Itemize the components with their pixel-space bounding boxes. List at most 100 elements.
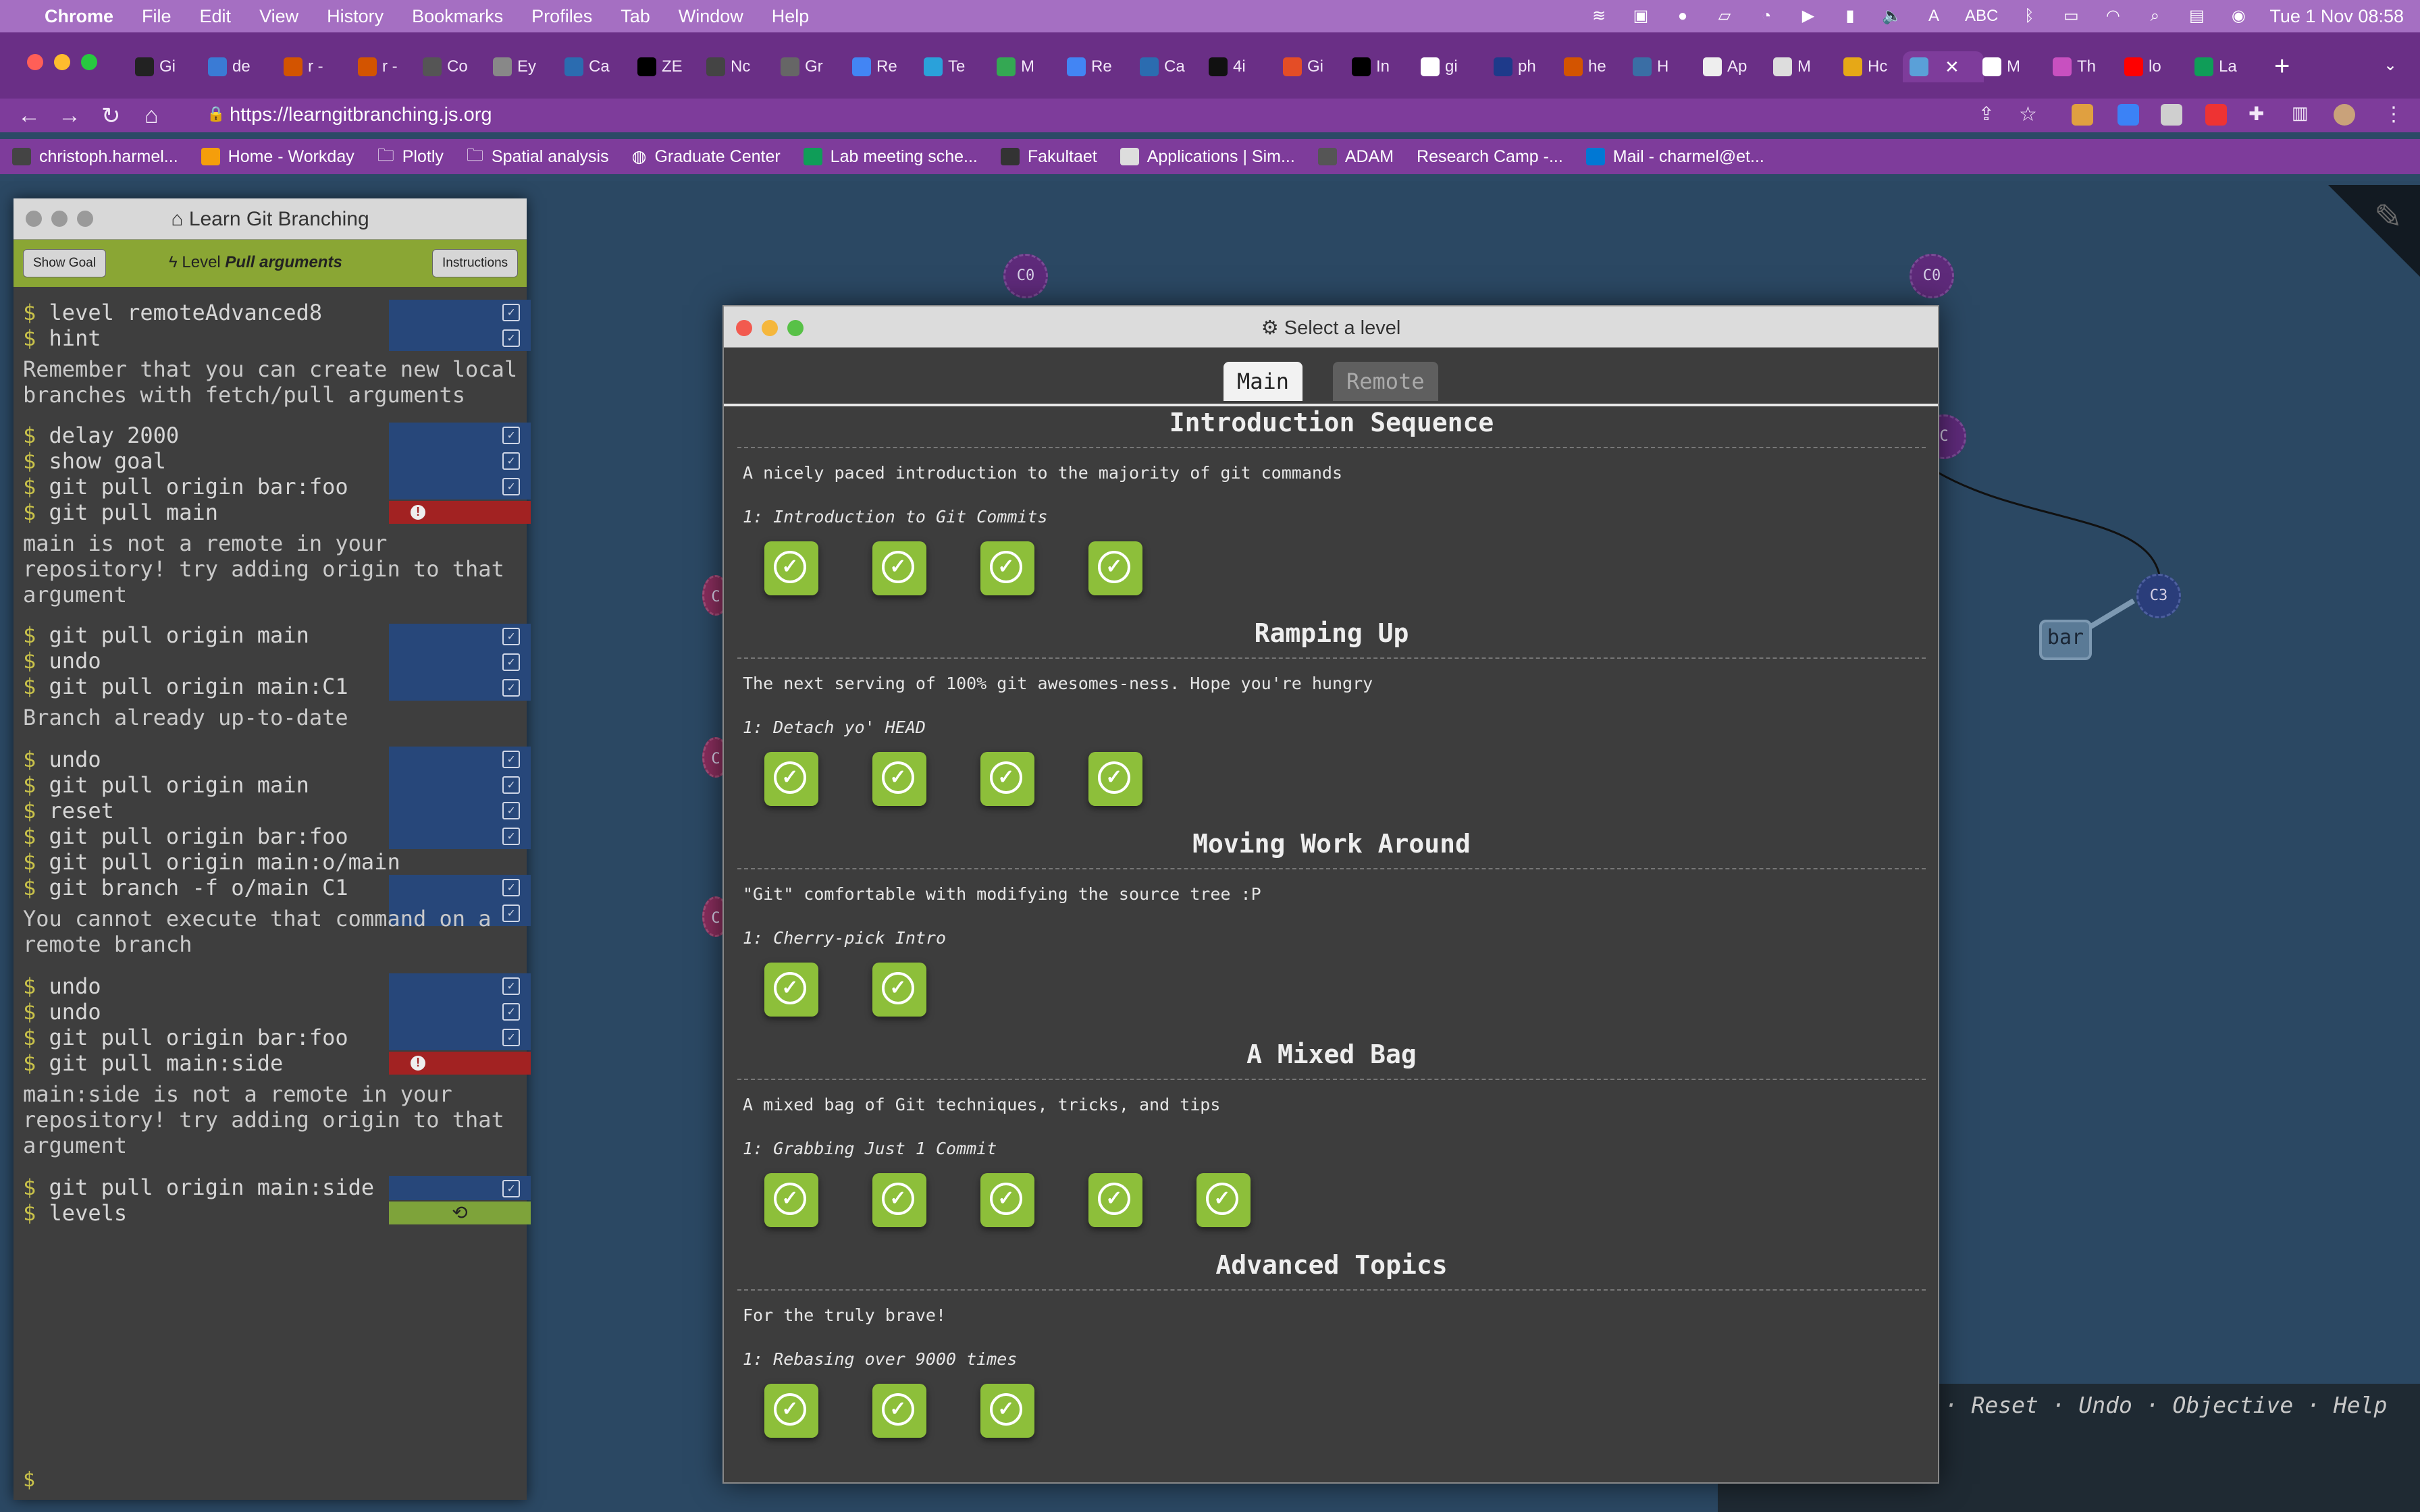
level-complete-button[interactable]: ✓ [1088,541,1142,595]
menu-history[interactable]: History [327,6,384,27]
browser-tab[interactable]: Co [423,51,468,82]
search-icon[interactable]: ⌕ [2144,7,2165,26]
profile-avatar[interactable] [2334,104,2355,126]
menu-datetime[interactable]: Tue 1 Nov 08:58 [2269,6,2404,27]
browser-tab[interactable]: Re [1067,51,1112,82]
browser-tab[interactable]: H [1633,51,1668,82]
browser-tab[interactable]: Ca [564,51,610,82]
extension-icon[interactable] [2205,104,2227,126]
browser-tab[interactable]: gi [1421,51,1458,82]
browser-tab[interactable]: Ey [493,51,536,82]
app-status-icon[interactable]: ▱ [1714,7,1735,26]
back-arrow-icon[interactable]: ← [18,103,41,129]
window-close-button[interactable] [27,54,43,70]
menu-window[interactable]: Window [679,6,743,27]
tab-search-chevron-icon[interactable]: ⌄ [2384,55,2397,75]
reload-icon[interactable]: ↻ [101,103,121,130]
app-status-icon[interactable]: ▮ [1839,7,1861,26]
bookmark-item[interactable]: ADAM [1317,147,1394,167]
bookmark-item[interactable]: Applications | Sim... [1120,147,1295,167]
bookmark-star-icon[interactable]: ☆ [2019,103,2037,126]
controls-links[interactable]: n · Reset · Undo · Objective · Help [1918,1392,2387,1418]
new-tab-plus-icon[interactable]: + [2274,51,2290,82]
bookmark-item[interactable]: Mail - charmel@et... [1585,147,1764,167]
browser-tab-active[interactable]: ✕ [1903,51,1984,82]
menu-bookmarks[interactable]: Bookmarks [412,6,503,27]
app-status-icon[interactable]: ◔ [1756,7,1777,26]
level-complete-button[interactable]: ✓ [1196,1173,1251,1227]
browser-tab[interactable]: 4i [1209,51,1246,82]
menu-app-chrome[interactable]: Chrome [45,6,113,27]
browser-tab[interactable]: Th [2053,51,2096,82]
browser-tab[interactable]: M [1982,51,2020,82]
browser-tab[interactable]: M [997,51,1034,82]
menu-edit[interactable]: Edit [200,6,232,27]
browser-tab[interactable]: r - [284,51,323,82]
address-bar[interactable]: https://learngitbranching.js.org [230,104,492,126]
bookmark-item[interactable]: Research Camp -... [1417,147,1563,167]
level-complete-button[interactable]: ✓ [980,1384,1034,1438]
menu-view[interactable]: View [259,6,298,27]
level-complete-button[interactable]: ✓ [872,752,926,806]
input-source-label[interactable]: ABC [1965,7,1998,26]
bookmark-folder[interactable]: 🗀 Plotly [377,142,444,171]
browser-tab[interactable]: Gi [135,51,176,82]
level-complete-button[interactable]: ✓ [764,541,818,595]
menu-file[interactable]: File [142,6,172,27]
extension-icon[interactable] [2072,104,2093,126]
browser-tab[interactable]: ph [1494,51,1536,82]
browser-tab[interactable]: Re [852,51,897,82]
play-icon[interactable]: ▶ [1797,7,1819,26]
level-complete-button[interactable]: ✓ [764,1173,818,1227]
browser-tab[interactable]: he [1564,51,1606,82]
bookmark-folder[interactable]: 🗀 Spatial analysis [467,142,609,171]
window-zoom-button[interactable] [81,54,97,70]
bookmark-item[interactable]: Fakultaet [1000,147,1097,167]
browser-tab[interactable]: lo [2124,51,2161,82]
browser-tab[interactable]: r - [358,51,398,82]
browser-tab[interactable]: Nc [706,51,750,82]
battery-icon[interactable]: ▭ [2060,7,2082,26]
level-complete-button[interactable]: ✓ [872,963,926,1017]
menu-help[interactable]: Help [772,6,810,27]
browser-tab[interactable]: de [208,51,251,82]
level-complete-button[interactable]: ✓ [980,752,1034,806]
forward-arrow-icon[interactable]: → [58,103,81,129]
browser-tab[interactable]: Hc [1843,51,1887,82]
level-complete-button[interactable]: ✓ [1088,752,1142,806]
level-complete-button[interactable]: ✓ [872,541,926,595]
level-complete-button[interactable]: ✓ [872,1173,926,1227]
app-status-icon[interactable]: ≋ [1588,7,1610,26]
volume-icon[interactable]: 🔈 [1881,7,1903,26]
fork-corner-icon[interactable]: ✎ [2374,197,2402,236]
home-icon[interactable]: ⌂ [144,103,159,129]
level-complete-button[interactable]: ✓ [764,963,818,1017]
input-source-icon[interactable]: A [1923,7,1945,26]
menu-tab[interactable]: Tab [621,6,650,27]
level-complete-button[interactable]: ✓ [872,1384,926,1438]
bookmark-item[interactable]: christoph.harmel... [12,147,178,167]
bookmark-item[interactable]: Home - Workday [201,147,354,167]
browser-tab[interactable]: Ap [1703,51,1747,82]
bookmark-item[interactable]: ◍ Graduate Center [632,146,781,167]
level-complete-button[interactable]: ✓ [1088,1173,1142,1227]
wifi-icon[interactable]: ◠ [2102,7,2124,26]
kebab-menu-icon[interactable]: ⋮ [2384,103,2404,126]
bluetooth-icon[interactable]: ᛒ [2018,7,2040,26]
browser-tab[interactable]: In [1352,51,1390,82]
browser-tab[interactable]: Gi [1283,51,1323,82]
lock-icon[interactable]: 🔒 [207,105,225,123]
bookmark-item[interactable]: Lab meeting sche... [803,147,978,167]
show-goal-button[interactable]: Show Goal [23,249,106,277]
tab-remote[interactable]: Remote [1333,362,1438,401]
extension-icon[interactable] [2161,104,2182,126]
browser-tab[interactable]: ZE [637,51,683,82]
tab-main[interactable]: Main [1224,362,1303,401]
level-complete-button[interactable]: ✓ [980,541,1034,595]
menu-profiles[interactable]: Profiles [531,6,592,27]
browser-tab[interactable]: Ca [1140,51,1185,82]
control-center-icon[interactable]: ▤ [2186,7,2207,26]
instructions-button[interactable]: Instructions [432,249,519,277]
app-status-icon[interactable]: ▣ [1630,7,1652,26]
window-minimize-button[interactable] [54,54,70,70]
